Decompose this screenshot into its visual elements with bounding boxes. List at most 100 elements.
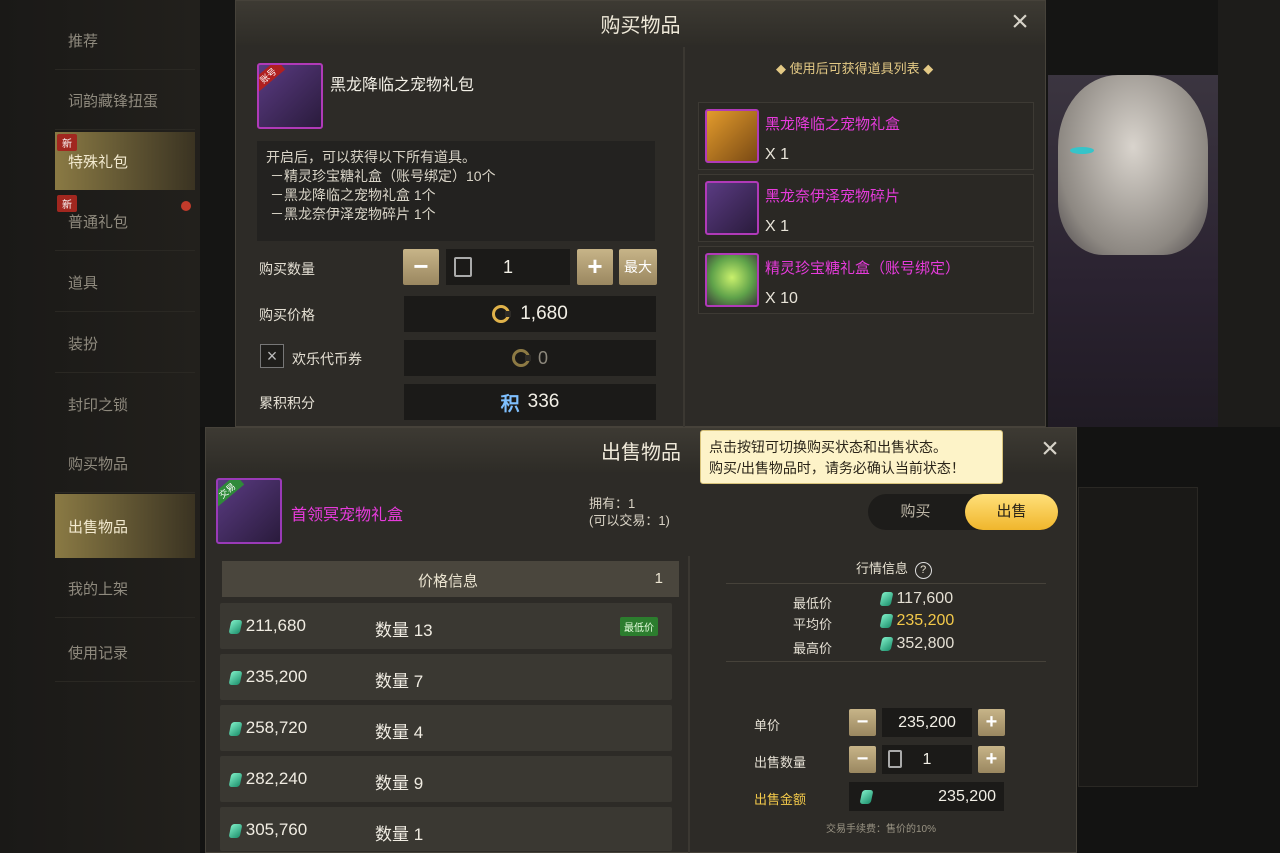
gem-icon (228, 721, 243, 736)
avg-price: 235,200 (879, 612, 955, 630)
new-badge: 新 (57, 195, 77, 212)
price-info-page: 1 (654, 570, 663, 587)
listing-quantity: 数量 1 (375, 825, 424, 844)
dialog-title: 购买物品 (600, 14, 681, 37)
sidebar-item-label: 购买物品 (68, 456, 129, 473)
pet-gift-box-icon: 交易 (216, 478, 282, 544)
listing-quantity: 数量 4 (375, 723, 424, 742)
quantity-label: 购买数量 (259, 261, 315, 277)
voucher-checkbox[interactable]: × (260, 344, 284, 368)
gem-icon (879, 591, 894, 606)
dialog-title: 出售物品 (601, 441, 681, 464)
decrease-button[interactable]: − (403, 249, 439, 285)
notification-dot (181, 201, 191, 211)
gem-icon (228, 823, 243, 838)
close-icon[interactable]: × (1006, 7, 1034, 37)
sell-amount-value: 235,200 (938, 787, 996, 805)
close-icon[interactable]: × (1036, 434, 1064, 464)
points-value: 336 (527, 391, 560, 412)
listing-quantity: 数量 9 (375, 774, 424, 793)
sidebar-item-normal-pack[interactable]: 新 普通礼包 (55, 193, 195, 251)
account-tag: 账号 (259, 65, 286, 92)
min-price-label: 最低价 (793, 596, 833, 611)
increase-button[interactable]: + (577, 249, 613, 285)
sidebar-item-buy[interactable]: 购买物品 (55, 435, 195, 493)
description-line: －精灵珍宝糖礼盒（账号绑定）10个 (270, 168, 496, 184)
character-artwork (1048, 75, 1218, 427)
sell-amount-label: 出售金额 (754, 792, 807, 807)
toggle-buy[interactable]: 购买 (868, 494, 963, 530)
tradable-count: (可以交易：1) (589, 513, 670, 528)
mode-tooltip: 点击按钮可切换购买状态和出售状态。 购买/出售物品时，请务必确认当前状态！ (700, 430, 1003, 484)
gem-icon (859, 790, 874, 804)
buy-sell-toggle[interactable]: 购买 出售 (868, 494, 1058, 530)
sidebar-item-label: 词韵藏锋扭蛋 (68, 93, 159, 110)
calculator-icon[interactable] (888, 750, 902, 768)
unit-price-input[interactable]: 235,200 (882, 708, 972, 737)
gem-icon (879, 613, 894, 628)
listing-price: 211,680 (245, 616, 306, 635)
voucher-value: 0 (537, 347, 548, 368)
reward-quantity: X 1 (765, 146, 790, 163)
character-hair (1058, 75, 1208, 255)
quantity-input[interactable]: 1 (446, 249, 570, 285)
quantity-increase-button[interactable]: + (978, 746, 1005, 773)
sell-quantity-input[interactable]: 1 (882, 745, 972, 774)
sidebar-item-history[interactable]: 使用记录 (55, 624, 195, 682)
price-decrease-button[interactable]: − (849, 709, 876, 736)
sidebar-item-label: 推荐 (68, 33, 99, 50)
avg-price-value: 235,200 (896, 612, 955, 629)
unit-price-label: 单价 (754, 718, 781, 733)
listing-price: 235,200 (245, 667, 308, 686)
calculator-icon[interactable] (454, 257, 472, 277)
price-label: 购买价格 (259, 307, 315, 323)
listing-row[interactable]: 211,680 数量 13 最低价 (220, 603, 672, 649)
points-display: 积 336 (404, 384, 656, 420)
sidebar-item-seal-lock[interactable]: 封印之锁 (55, 376, 195, 427)
listing-row[interactable]: 305,760 数量 1 (220, 807, 672, 851)
listing-row[interactable]: 258,720 数量 4 (220, 705, 672, 751)
points-label: 累积积分 (259, 395, 315, 411)
help-icon[interactable]: ? (914, 562, 932, 579)
price-info-label: 价格信息 (418, 573, 479, 590)
sidebar-item-special-pack[interactable]: 新 特殊礼包 (55, 132, 195, 190)
reward-item[interactable]: 黑龙奈伊泽宠物碎片 X 1 (698, 174, 1034, 242)
quantity-decrease-button[interactable]: − (849, 746, 876, 773)
divider (726, 583, 1046, 584)
reward-item[interactable]: 精灵珍宝糖礼盒（账号绑定） X 10 (698, 246, 1034, 314)
sidebar-item-items[interactable]: 道具 (55, 254, 195, 312)
toggle-sell[interactable]: 出售 (965, 494, 1058, 530)
avg-price-label: 平均价 (793, 617, 833, 632)
max-button[interactable]: 最大 (619, 249, 657, 285)
sidebar-item-label: 装扮 (68, 336, 99, 353)
sidebar-item-label: 出售物品 (68, 518, 129, 536)
listing-quantity: 数量 13 (375, 621, 433, 640)
listing-price: 258,720 (245, 718, 308, 737)
max-price-value: 352,800 (896, 635, 955, 652)
sidebar-item-label: 我的上架 (68, 581, 129, 598)
new-badge: 新 (57, 134, 77, 151)
item-description: 开启后，可以获得以下所有道具。 －精灵珍宝糖礼盒（账号绑定）10个 －黑龙降临之… (257, 141, 655, 241)
min-price-value: 117,600 (896, 590, 954, 607)
gift-pack-icon: 账号 (257, 63, 323, 129)
sidebar-item-gacha[interactable]: 词韵藏锋扭蛋 (55, 72, 195, 130)
reward-name: 黑龙奈伊泽宠物碎片 (765, 188, 901, 205)
sell-amount-display: 235,200 (849, 782, 1004, 811)
price-increase-button[interactable]: + (978, 709, 1005, 736)
reward-name: 精灵珍宝糖礼盒（账号绑定） (765, 260, 961, 277)
sell-quantity-value: 1 (922, 750, 932, 768)
sidebar-item-label: 使用记录 (68, 645, 129, 662)
dialog-header: 购买物品 (236, 1, 1045, 45)
gem-icon (228, 619, 243, 634)
lowest-price-badge: 最低价 (620, 617, 658, 636)
listing-row[interactable]: 235,200 数量 7 (220, 654, 672, 700)
sidebar-item-recommend[interactable]: 推荐 (55, 12, 195, 70)
reward-item[interactable]: 黑龙降临之宠物礼盒 X 1 (698, 102, 1034, 170)
sidebar-item-my-listings[interactable]: 我的上架 (55, 560, 195, 618)
listing-row[interactable]: 282,240 数量 9 (220, 756, 672, 802)
points-icon: 积 (500, 393, 520, 415)
market-info-title: 行情信息 ? (856, 558, 932, 579)
sidebar-item-costume[interactable]: 装扮 (55, 315, 195, 373)
sidebar-item-sell[interactable]: 出售物品 (55, 494, 195, 558)
tooltip-line: 点击按钮可切换购买状态和出售状态。 (709, 439, 947, 455)
